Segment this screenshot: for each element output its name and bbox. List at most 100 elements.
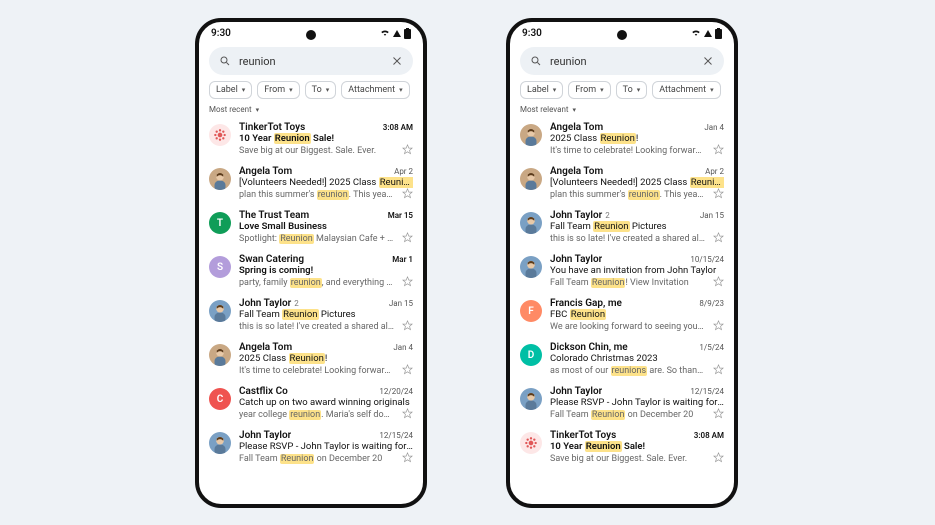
chip-attachment[interactable]: Attachment▾	[341, 81, 409, 99]
search-input[interactable]: reunion	[550, 55, 694, 68]
clear-icon[interactable]	[391, 52, 403, 71]
front-camera	[617, 30, 627, 40]
star-icon[interactable]	[713, 188, 724, 202]
email-row[interactable]: Angela TomJan 42025 Class Reunion!It's t…	[199, 338, 423, 382]
star-icon[interactable]	[402, 232, 413, 246]
email-preview: Fall Team Reunion on December 20	[550, 410, 693, 420]
email-subject: 2025 Class Reunion!	[239, 353, 413, 364]
email-preview: plan this summer's reunion. This year we…	[239, 190, 394, 200]
email-preview: this is so late! I've created a shared a…	[550, 234, 705, 244]
email-subject: FBC Reunion	[550, 309, 724, 320]
avatar	[520, 212, 542, 234]
sender: John Taylor2	[550, 210, 610, 221]
sender: John Taylor	[239, 430, 291, 441]
email-subject: [Volunteers Needed!] 2025 Class Reunion	[239, 177, 413, 188]
front-camera	[306, 30, 316, 40]
sender: John Taylor	[550, 386, 602, 397]
star-icon[interactable]	[713, 408, 724, 422]
email-row[interactable]: John Taylor12/15/24Please RSVP - John Ta…	[199, 426, 423, 470]
chip-label[interactable]: Label▾	[520, 81, 563, 99]
star-icon[interactable]	[713, 320, 724, 334]
star-icon[interactable]	[402, 364, 413, 378]
star-icon[interactable]	[713, 364, 724, 378]
signal-icon	[393, 30, 401, 37]
email-preview: this is so late! I've created a shared a…	[239, 322, 394, 332]
sender: Swan Catering	[239, 254, 304, 265]
chip-attachment[interactable]: Attachment▾	[652, 81, 720, 99]
search-bar[interactable]: reunion	[209, 47, 413, 75]
sender: TinkerTot Toys	[239, 122, 305, 133]
email-date: 3:08 AM	[383, 123, 413, 132]
avatar: F	[520, 300, 542, 322]
email-preview: Save big at our Biggest. Sale. Ever.	[550, 454, 687, 464]
sender: Dickson Chin, me	[550, 342, 628, 353]
email-date: 12/20/24	[379, 387, 413, 396]
email-subject: Colorado Christmas 2023	[550, 353, 724, 364]
sender: Angela Tom	[239, 342, 292, 353]
avatar	[520, 168, 542, 190]
avatar	[520, 388, 542, 410]
email-row[interactable]: John Taylor10/15/24You have an invitatio…	[510, 250, 734, 294]
status-time: 9:30	[522, 28, 542, 39]
clear-icon[interactable]	[702, 52, 714, 71]
email-subject: 10 Year Reunion Sale!	[239, 133, 413, 144]
search-bar[interactable]: reunion	[520, 47, 724, 75]
chip-label[interactable]: Label▾	[209, 81, 252, 99]
email-row[interactable]: SSwan CateringMar 1Spring is coming!part…	[199, 250, 423, 294]
email-date: Jan 15	[389, 299, 413, 308]
email-row[interactable]: TThe Trust TeamMar 15Love Small Business…	[199, 206, 423, 250]
signal-icon	[704, 30, 712, 37]
chip-from[interactable]: From▾	[568, 81, 610, 99]
email-row[interactable]: TinkerTot Toys 3:08 AM10 Year Reunion Sal…	[199, 118, 423, 162]
email-preview: Fall Team Reunion! View Invitation	[550, 278, 689, 288]
battery-icon	[404, 29, 411, 39]
email-row[interactable]: John Taylor2Jan 15Fall Team Reunion Pict…	[510, 206, 734, 250]
email-subject: Spring is coming!	[239, 265, 413, 276]
email-date: Apr 2	[394, 167, 413, 176]
sender: Francis Gap, me	[550, 298, 622, 309]
star-icon[interactable]	[402, 188, 413, 202]
email-list: Angela TomJan 42025 Class Reunion!It's t…	[510, 118, 734, 470]
email-row[interactable]: Angela TomApr 2[Volunteers Needed!] 2025…	[510, 162, 734, 206]
email-row[interactable]: John Taylor12/15/24Please RSVP - John Ta…	[510, 382, 734, 426]
email-row[interactable]: FFrancis Gap, me8/9/23FBC ReunionWe are …	[510, 294, 734, 338]
phone-right: 9:30 reunion Label▾ From▾ To▾Attachment▾ Most…	[506, 18, 738, 508]
star-icon[interactable]	[713, 232, 724, 246]
sort-toggle[interactable]: Most recent▾	[209, 105, 413, 114]
email-subject: 2025 Class Reunion!	[550, 133, 724, 144]
email-subject: Please RSVP - John Taylor is waiting for…	[550, 397, 724, 408]
email-preview: It's time to celebrate! Looking forward …	[239, 366, 394, 376]
chip-to[interactable]: To▾	[616, 81, 648, 99]
avatar: S	[209, 256, 231, 278]
email-row[interactable]: TinkerTot Toys3:08 AM10 Year Reunion Sal…	[510, 426, 734, 470]
email-row[interactable]: CCastflix Co12/20/24Catch up on two awar…	[199, 382, 423, 426]
star-icon[interactable]	[402, 320, 413, 334]
sender: Castflix Co	[239, 386, 288, 397]
sender: Angela Tom	[550, 122, 603, 133]
email-date: 3:08 AM	[694, 431, 724, 440]
email-row[interactable]: Angela Tom Apr 2[Volunteers Needed!] 2025…	[199, 162, 423, 206]
sender: Angela Tom	[239, 166, 292, 177]
star-icon[interactable]	[713, 144, 724, 158]
star-icon[interactable]	[713, 276, 724, 290]
sort-toggle[interactable]: Most relevant▾	[520, 105, 724, 114]
search-input[interactable]: reunion	[239, 55, 383, 68]
phone-left: 9:30reunionLabel▾From▾To▾Attachment▾Most…	[195, 18, 427, 508]
email-preview: year college reunion. Maria's self doubt…	[239, 410, 394, 420]
star-icon[interactable]	[402, 452, 413, 466]
avatar	[520, 124, 542, 146]
avatar	[520, 432, 542, 454]
email-row[interactable]: Angela TomJan 42025 Class Reunion!It's t…	[510, 118, 734, 162]
star-icon[interactable]	[402, 408, 413, 422]
star-icon[interactable]	[402, 144, 413, 158]
email-row[interactable]: DDickson Chin, me1/5/24Colorado Christma…	[510, 338, 734, 382]
email-row[interactable]: John Taylor2Jan 15Fall Team Reunion Pict…	[199, 294, 423, 338]
star-icon[interactable]	[713, 452, 724, 466]
chip-from[interactable]: From▾	[257, 81, 299, 99]
filter-chips: Label▾ From▾ To▾Attachment▾	[209, 81, 413, 99]
star-icon[interactable]	[402, 276, 413, 290]
chip-to[interactable]: To▾	[305, 81, 337, 99]
email-subject: You have an invitation from John Taylor	[550, 265, 724, 276]
email-date: Jan 15	[700, 211, 724, 220]
sender: John Taylor2	[239, 298, 299, 309]
